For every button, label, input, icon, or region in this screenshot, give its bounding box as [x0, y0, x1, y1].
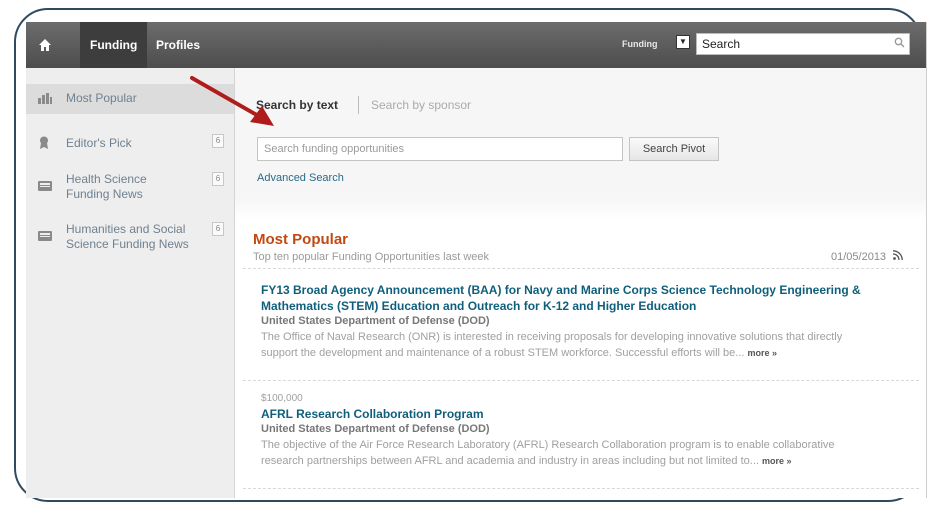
rss-icon[interactable] — [892, 250, 903, 263]
sidebar-item-health-science[interactable]: Health Science Funding News 6 — [26, 172, 234, 206]
more-link[interactable]: more » — [762, 456, 792, 466]
top-nav-bar: Funding Profiles Funding ▼ Search — [26, 22, 926, 69]
section-subtitle: Top ten popular Funding Opportunities la… — [253, 251, 490, 263]
opportunity-description: The Office of Naval Research (ONR) is in… — [261, 331, 843, 359]
more-link[interactable]: more » — [748, 348, 778, 358]
global-search-input[interactable]: Search — [696, 33, 910, 55]
results-section: Most Popular Top ten popular Funding Opp… — [235, 218, 926, 498]
chevron-down-icon: ▼ — [679, 37, 687, 46]
section-title: Most Popular — [253, 231, 349, 248]
opportunity-title-link[interactable]: AFRL Research Collaboration Program — [261, 406, 911, 422]
newspaper-icon — [38, 180, 52, 192]
award-ribbon-icon — [38, 136, 52, 149]
opportunity-amount: $100,000 — [261, 393, 303, 404]
section-divider — [235, 198, 926, 220]
home-button[interactable] — [26, 22, 64, 68]
sidebar-item-label: Humanities and Social Science Funding Ne… — [66, 222, 189, 251]
funding-search-input[interactable]: Search funding opportunities — [257, 137, 623, 161]
opportunity-description: The objective of the Air Force Research … — [261, 439, 835, 467]
count-badge: 6 — [212, 222, 224, 236]
sidebar-item-humanities[interactable]: Humanities and Social Science Funding Ne… — [26, 222, 234, 256]
opportunity-title-link[interactable]: FY13 Broad Agency Announcement (BAA) for… — [261, 282, 911, 314]
count-badge: 6 — [212, 134, 224, 148]
tab-profiles[interactable]: Profiles — [146, 22, 210, 68]
tab-divider — [358, 96, 359, 114]
sidebar-item-editors-pick[interactable]: Editor's Pick 6 — [26, 134, 234, 156]
tab-search-by-sponsor[interactable]: Search by sponsor — [371, 98, 471, 112]
search-icon[interactable] — [894, 37, 908, 51]
count-badge: 6 — [212, 172, 224, 186]
section-date: 01/05/2013 — [831, 251, 887, 263]
list-item: $100,000 AFRL Research Collaboration Pro… — [261, 392, 911, 469]
list-separator — [243, 380, 919, 381]
newspaper-icon — [38, 230, 52, 242]
search-pivot-button[interactable]: Search Pivot — [629, 137, 719, 161]
bar-chart-icon — [38, 93, 52, 105]
opportunity-sponsor: United States Department of Defense (DOD… — [261, 315, 490, 327]
app-window: Funding Profiles Funding ▼ Search Most P… — [26, 22, 927, 498]
sidebar-item-label: Most Popular — [66, 91, 137, 105]
list-separator — [243, 488, 919, 489]
search-scope-label[interactable]: Funding — [622, 34, 658, 54]
sidebar-item-label: Editor's Pick — [66, 136, 132, 150]
advanced-search-link[interactable]: Advanced Search — [257, 172, 344, 184]
opportunity-sponsor: United States Department of Defense (DOD… — [261, 423, 490, 435]
list-item: FY13 Broad Agency Announcement (BAA) for… — [261, 282, 911, 361]
scope-dropdown-button[interactable]: ▼ — [676, 35, 690, 49]
tab-funding[interactable]: Funding — [80, 22, 148, 68]
home-icon — [39, 39, 51, 51]
sidebar-item-label: Health Science Funding News — [66, 172, 147, 201]
list-separator — [243, 268, 919, 269]
main-panel: Search by text Search by sponsor Search … — [235, 68, 926, 498]
annotation-arrow-icon — [190, 76, 274, 126]
